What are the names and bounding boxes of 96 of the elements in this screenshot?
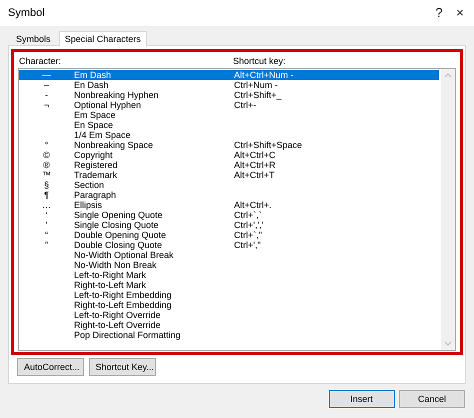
symbol-text: © <box>42 150 51 160</box>
shortcut-text: Ctrl+'," <box>234 240 261 250</box>
shortcut-text: Ctrl+`," <box>234 230 262 240</box>
shortcut-text: Ctrl+Num - <box>234 80 278 90</box>
list-row[interactable]: Right-to-Left Override <box>19 320 439 330</box>
shortcut-text: Ctrl+- <box>234 100 256 110</box>
symbol-text: “ <box>44 230 49 240</box>
shortcut-text: Ctrl+Shift+Space <box>234 140 302 150</box>
character-name: Nonbreaking Hyphen <box>74 90 160 100</box>
dialog-button[interactable]: Shortcut Key... <box>88 358 156 376</box>
symbol-text: ™ <box>41 170 52 180</box>
list-row[interactable]: ™ Trademark Alt+Ctrl+T <box>19 170 439 180</box>
character-name: Single Closing Quote <box>74 220 160 230</box>
list-row[interactable]: ¶ Paragraph <box>19 190 439 200</box>
list-row[interactable]: Left-to-Right Mark <box>19 270 439 280</box>
scroll-down-icon[interactable] <box>444 341 452 346</box>
list-row[interactable]: … Ellipsis Alt+Ctrl+. <box>19 200 439 210</box>
list-row[interactable]: Pop Directional Formatting <box>19 330 439 340</box>
list-row[interactable]: “ Double Opening Quote Ctrl+`," <box>19 230 439 240</box>
shortcut-text: Alt+Ctrl+. <box>234 200 272 210</box>
symbol-text: § <box>42 180 50 190</box>
character-name: Paragraph <box>74 190 118 200</box>
list-row[interactable]: © Copyright Alt+Ctrl+C <box>19 150 439 160</box>
list-row[interactable]: ¬ Optional Hyphen Ctrl+- <box>19 100 439 110</box>
character-name: Single Opening Quote <box>74 210 164 220</box>
symbol-text: ¬ <box>42 100 50 110</box>
shortcut-text: Ctrl+Shift+_ <box>234 90 282 100</box>
character-name: Optional Hyphen <box>74 100 142 110</box>
character-name: Section <box>74 180 106 190</box>
character-name: Ellipsis <box>74 200 104 210</box>
column-header: Character: <box>18 55 62 68</box>
character-name: En Dash <box>74 80 110 90</box>
list-row[interactable]: Right-to-Left Mark <box>19 280 439 290</box>
list-row[interactable]: - Nonbreaking Hyphen Ctrl+Shift+_ <box>19 90 439 100</box>
symbol-text: ¶ <box>43 190 50 200</box>
character-name: No-Width Non Break <box>74 260 158 270</box>
list-row[interactable]: Right-to-Left Embedding <box>19 300 439 310</box>
dialog-button[interactable]: Insert <box>328 390 394 408</box>
tab[interactable]: Special Characters <box>58 31 147 47</box>
character-name: Right-to-Left Override <box>74 320 162 330</box>
symbol-text: ’ <box>44 220 48 230</box>
help-button[interactable]: ? <box>435 3 443 23</box>
list-row[interactable]: – En Dash Ctrl+Num - <box>19 80 439 90</box>
symbol-text: ® <box>42 160 51 170</box>
dialog-button[interactable]: Cancel <box>399 390 465 408</box>
character-name: No-Width Optional Break <box>74 250 175 260</box>
scroll-up-icon[interactable] <box>444 73 452 78</box>
list-row[interactable]: — Em Dash Alt+Ctrl+Num - <box>19 70 439 80</box>
character-name: Double Closing Quote <box>74 240 164 250</box>
symbol-text: – <box>42 80 50 90</box>
dialog-button[interactable]: AutoCorrect... <box>17 358 84 376</box>
character-name: Left-to-Right Override <box>74 310 162 320</box>
shortcut-text: Alt+Ctrl+R <box>234 160 276 170</box>
symbol-text: ‘ <box>44 210 48 220</box>
character-name: Em Space <box>74 110 117 120</box>
character-name: Pop Directional Formatting <box>74 330 182 340</box>
shortcut-text: Alt+Ctrl+C <box>234 150 276 160</box>
shortcut-text: Alt+Ctrl+Num - <box>234 70 294 80</box>
list-row[interactable]: No-Width Non Break <box>19 260 439 270</box>
list-row[interactable]: No-Width Optional Break <box>19 250 439 260</box>
list-row[interactable]: Left-to-Right Override <box>19 310 439 320</box>
symbol-text: — <box>41 70 52 80</box>
close-button[interactable]: × <box>456 3 464 23</box>
column-header: Shortcut key: <box>233 55 286 68</box>
symbol-text: ° <box>44 140 50 150</box>
character-name: Left-to-Right Embedding <box>74 290 173 300</box>
symbol-text: ” <box>44 240 49 250</box>
character-name: Left-to-Right Mark <box>74 270 148 280</box>
list-row[interactable]: ‘ Single Opening Quote Ctrl+`,` <box>19 210 439 220</box>
shortcut-text: Ctrl+`,` <box>234 210 262 220</box>
list-row[interactable]: ” Double Closing Quote Ctrl+'," <box>19 240 439 250</box>
character-name: Em Dash <box>74 70 112 80</box>
scrollbar[interactable] <box>441 69 455 350</box>
character-name: Double Opening Quote <box>74 230 168 240</box>
character-name: Trademark <box>74 170 118 180</box>
tab[interactable]: Symbols <box>10 32 57 47</box>
window-title: Symbol <box>8 6 46 21</box>
list-row[interactable]: 1/4 Em Space <box>19 130 439 140</box>
list-row[interactable]: ’ Single Closing Quote Ctrl+',',' <box>19 220 439 230</box>
list-row[interactable]: Left-to-Right Embedding <box>19 290 439 300</box>
symbol-text: - <box>44 90 49 100</box>
shortcut-text: Alt+Ctrl+T <box>234 170 275 180</box>
list-row[interactable]: ® Registered Alt+Ctrl+R <box>19 160 439 170</box>
list-row[interactable]: § Section <box>19 180 439 190</box>
list-row[interactable]: Em Space <box>19 110 439 120</box>
character-name: Copyright <box>74 150 114 160</box>
character-name: 1/4 Em Space <box>74 130 132 140</box>
character-name: Right-to-Left Mark <box>74 280 148 290</box>
symbol-text: … <box>41 200 52 210</box>
list-row[interactable]: ° Nonbreaking Space Ctrl+Shift+Space <box>19 140 439 150</box>
character-name: En Space <box>74 120 114 130</box>
character-name: Registered <box>74 160 119 170</box>
shortcut-text: Ctrl+',',' <box>234 220 264 230</box>
list-row[interactable]: En Space <box>19 120 439 130</box>
character-name: Right-to-Left Embedding <box>74 300 173 310</box>
character-name: Nonbreaking Space <box>74 140 154 150</box>
